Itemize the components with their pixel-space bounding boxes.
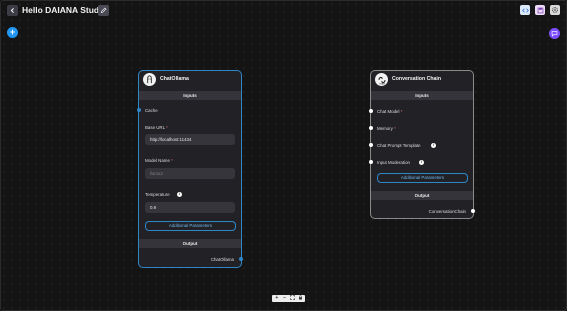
base-url-input[interactable]: http://localhost:11434: [145, 134, 235, 145]
fit-view-button[interactable]: [289, 294, 296, 303]
output-band: Output: [139, 239, 241, 248]
lock-icon: [298, 294, 302, 299]
settings-button[interactable]: [550, 5, 560, 15]
code-icon: [521, 7, 529, 13]
output-handle[interactable]: [239, 257, 243, 261]
chain-icon: CHAIN: [375, 73, 388, 86]
model-name-input[interactable]: llama2: [145, 168, 235, 179]
node-header: CHAIN Conversation Chain: [371, 71, 473, 90]
node-header: ChatOllama: [139, 71, 241, 90]
chat-model-label: Chat Model *: [377, 109, 403, 114]
memory-label: Memory *: [377, 126, 396, 131]
svg-text:CHAIN: CHAIN: [378, 82, 385, 85]
node-title: Conversation Chain: [392, 76, 442, 82]
inputs-band: Inputs: [139, 91, 241, 100]
chevron-left-icon: [10, 8, 14, 13]
info-icon[interactable]: i: [177, 192, 182, 197]
fit-view-icon: [290, 294, 295, 300]
temperature-input[interactable]: 0.9: [145, 202, 235, 213]
base-url-label: Base URL *: [145, 125, 168, 130]
output-handle[interactable]: [471, 209, 475, 213]
input-moderation-handle[interactable]: [369, 160, 373, 164]
chat-model-handle[interactable]: [369, 109, 373, 113]
inputs-band: Inputs: [371, 91, 473, 100]
save-icon: [537, 7, 543, 13]
additional-parameters-button[interactable]: Additional Parameters: [377, 173, 468, 183]
pencil-icon: [100, 7, 107, 14]
cache-label: Cache: [145, 108, 158, 113]
zoom-controls: + −: [272, 294, 305, 303]
canvas-frame: [0, 0, 567, 311]
output-item-label: ConversationChain: [428, 209, 466, 214]
model-name-label: Model Name *: [145, 158, 173, 163]
ollama-icon: [143, 73, 156, 86]
conversation-chain-node[interactable]: CHAIN Conversation Chain Inputs Chat Mod…: [369, 70, 475, 219]
chat-prompt-handle[interactable]: [369, 143, 373, 147]
chat-icon: [551, 31, 558, 37]
chat-prompt-label: Chat Prompt Template: [377, 143, 421, 148]
input-moderation-label: Input Moderation: [377, 160, 410, 165]
chat-button[interactable]: [549, 28, 560, 39]
info-icon[interactable]: i: [431, 143, 436, 148]
plus-icon: +: [9, 27, 16, 37]
chat-ollama-node[interactable]: ChatOllama Inputs Cache Base URL * http:…: [137, 70, 243, 268]
page-title: Hello DAIANA Studio: [22, 5, 107, 15]
zoom-out-button[interactable]: −: [281, 295, 288, 302]
edit-title-button[interactable]: [98, 5, 109, 16]
cache-handle[interactable]: [137, 108, 141, 112]
info-icon[interactable]: i: [419, 160, 424, 165]
back-button[interactable]: [7, 5, 18, 16]
lock-button[interactable]: [297, 294, 304, 303]
output-item-label: ChatOllama: [210, 257, 234, 262]
node-title: ChatOllama: [160, 76, 189, 82]
additional-parameters-button[interactable]: Additional Parameters: [145, 221, 236, 231]
output-band: Output: [371, 191, 473, 200]
zoom-in-button[interactable]: +: [273, 295, 280, 302]
temperature-label: Temperature: [145, 192, 170, 197]
gear-icon: [552, 7, 558, 13]
save-button[interactable]: [535, 5, 545, 15]
code-button[interactable]: [520, 5, 530, 15]
add-node-button[interactable]: +: [7, 27, 18, 38]
memory-handle[interactable]: [369, 126, 373, 130]
